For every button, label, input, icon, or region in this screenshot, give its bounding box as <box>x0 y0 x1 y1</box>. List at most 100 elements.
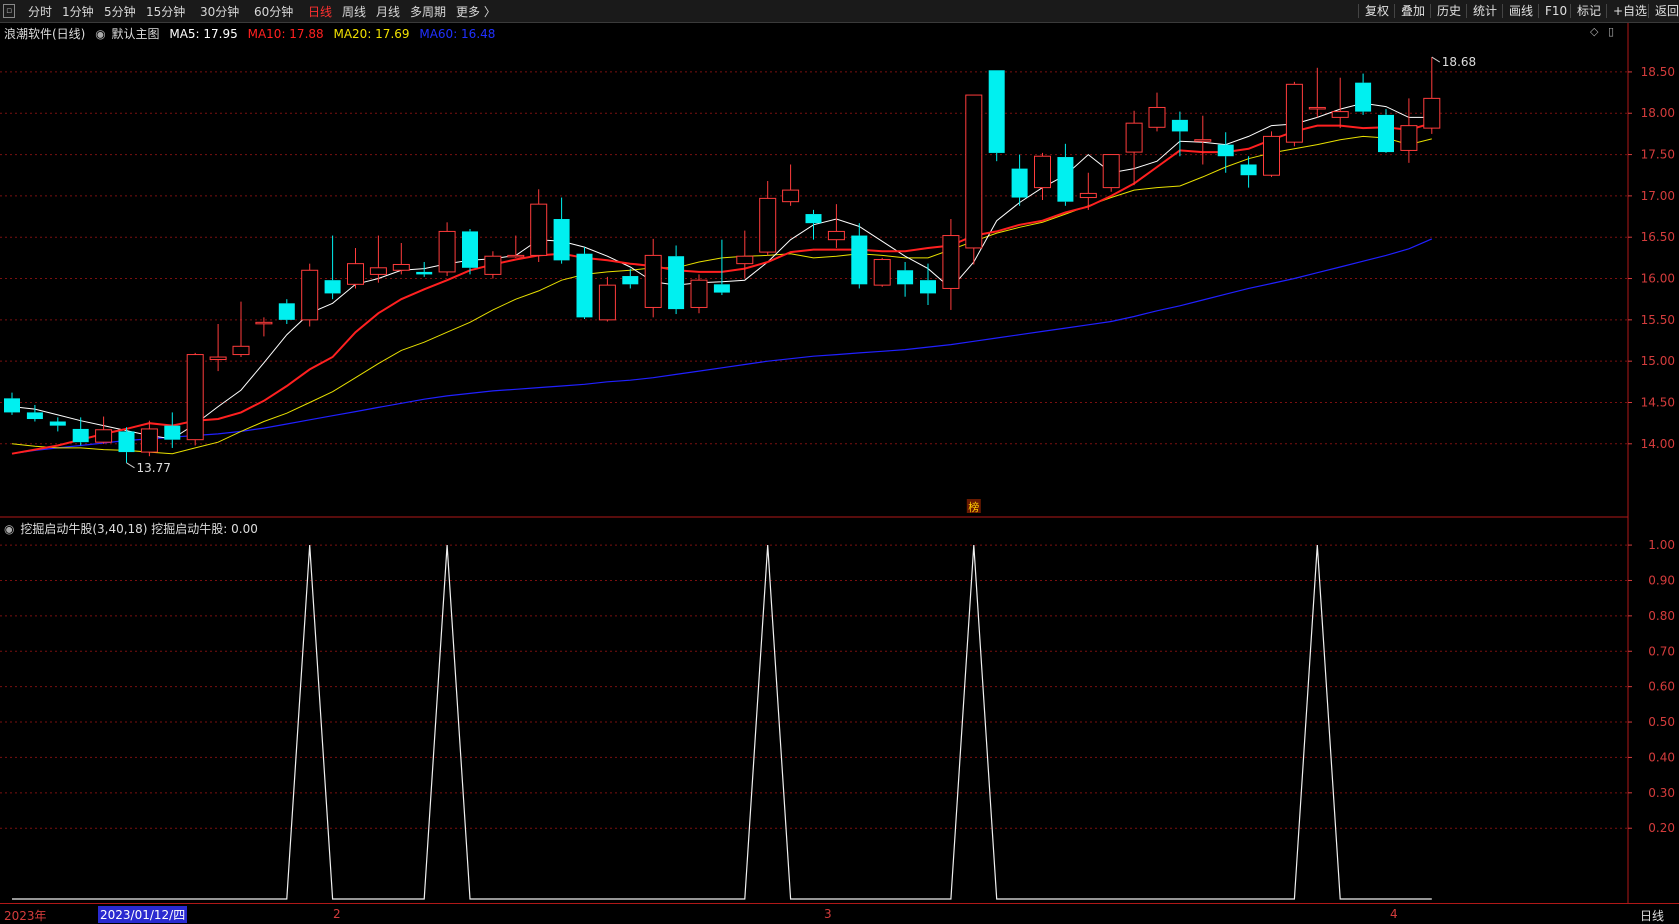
candle-up <box>438 230 456 273</box>
toolbar-button-5[interactable]: F10 <box>1541 2 1571 20</box>
period-tab-9[interactable]: 多周期 <box>410 3 446 20</box>
top-toolbar: ▫ 分时 1分钟 5分钟 15分钟 30分钟 60分钟 日线 周线 月线 多周期 更多 〉 复权 叠加… <box>0 0 1679 23</box>
toolbar-button-0[interactable]: 复权 <box>1361 2 1393 20</box>
price-axis-label-9: 14.00 <box>1641 437 1675 451</box>
candle-up <box>736 255 754 265</box>
period-tab-1[interactable]: 1分钟 <box>62 3 94 20</box>
candle-up <box>209 356 227 361</box>
candle-down <box>324 280 341 294</box>
toolbar-divider <box>1466 4 1467 18</box>
toolbar-button-4[interactable]: 画线 <box>1505 2 1537 20</box>
indicator-svg[interactable]: 1.00 0.90 0.80 0.70 0.60 0.50 0.40 0.30 0.20 <box>0 518 1679 903</box>
price-axis-label-4: 16.50 <box>1641 230 1675 244</box>
candle-up <box>873 259 891 286</box>
candle-up <box>140 428 158 453</box>
candle-down <box>1171 119 1188 132</box>
ma5-value: MA5: 17.95 <box>169 27 238 41</box>
indicator-legend: ◉ 挖掘启动牛股(3,40,18) 挖掘启动牛股: 0.00 <box>4 520 258 537</box>
indicator-axis-label-3: 0.70 <box>1648 644 1675 658</box>
toolbar-divider <box>1394 4 1395 18</box>
window-menu-icon[interactable]: ▫ <box>3 4 15 18</box>
candle-up <box>1194 139 1212 142</box>
toolbar-button-2[interactable]: 历史 <box>1433 2 1465 20</box>
period-tab-4[interactable]: 30分钟 <box>200 3 239 20</box>
indicator-axis-label-7: 0.30 <box>1648 786 1675 800</box>
period-tab-2[interactable]: 5分钟 <box>104 3 136 20</box>
toolbar-divider <box>1430 4 1431 18</box>
indicator-chart[interactable]: 1.00 0.90 0.80 0.70 0.60 0.50 0.40 0.30 0.20 ◉ 挖… <box>0 518 1679 903</box>
candle-down <box>26 412 43 420</box>
candle-down <box>576 253 593 318</box>
candle-down <box>1057 157 1074 202</box>
period-tab-7[interactable]: 周线 <box>342 3 366 20</box>
period-tab-3[interactable]: 15分钟 <box>146 3 185 20</box>
collapse-icon[interactable]: ▯ <box>1608 25 1614 38</box>
candle-up <box>347 263 364 285</box>
candle-down <box>805 214 822 224</box>
candle-up <box>827 230 845 241</box>
high-arrow <box>1431 56 1441 63</box>
ma20-value: MA20: 17.69 <box>333 27 410 41</box>
toolbar-divider <box>1606 4 1607 18</box>
kline-chart[interactable]: 18.50 18.00 17.50 17.00 16.50 16.00 15.50 15.00… <box>0 23 1679 518</box>
indicator-label[interactable]: 挖掘启动牛股(3,40,18) 挖掘启动牛股: 0.00 <box>20 522 258 536</box>
candle-down <box>1240 164 1257 176</box>
low-label: 13.77 <box>137 461 171 475</box>
candle-down <box>897 270 914 285</box>
toolbar-button-3[interactable]: 统计 <box>1469 2 1501 20</box>
stock-label[interactable]: 浪潮软件(日线) <box>4 27 85 41</box>
indicator-gear-icon[interactable]: ◉ <box>4 522 14 536</box>
template-label[interactable]: 默认主图 <box>112 27 160 41</box>
candle-up <box>1285 83 1303 143</box>
candle-up <box>965 94 983 249</box>
kline-svg[interactable]: 18.50 18.00 17.50 17.00 16.50 16.00 15.50 15.00… <box>0 23 1679 518</box>
month-mark-4: 4 <box>1390 907 1398 921</box>
cursor-date: 2023/01/12/四 <box>98 906 188 923</box>
period-label[interactable]: 日线 <box>1640 907 1664 924</box>
candle-down <box>49 421 66 426</box>
indicator-axis-label-8: 0.20 <box>1648 821 1675 835</box>
toolbar-divider <box>1502 4 1503 18</box>
toolbar-button-1[interactable]: 叠加 <box>1397 2 1429 20</box>
candle-up <box>1308 106 1326 110</box>
candle-up <box>759 197 777 253</box>
toolbar-button-8[interactable]: 返回 <box>1651 2 1679 20</box>
candle-down <box>668 256 685 310</box>
gear-icon[interactable]: ◉ <box>95 27 105 41</box>
diamond-icon[interactable]: ◇ <box>1590 25 1598 38</box>
toolbar-divider <box>1648 4 1649 18</box>
candle-up <box>301 269 319 321</box>
candle-up <box>1034 155 1051 189</box>
candle-down <box>72 428 89 443</box>
candle-up <box>598 284 616 321</box>
candle-up <box>186 354 204 441</box>
candle-up <box>1125 122 1143 153</box>
candle-up <box>484 255 502 275</box>
ma60-value: MA60: 16.48 <box>419 27 496 41</box>
ma10-value: MA10: 17.88 <box>247 27 324 41</box>
candle-up <box>392 263 410 271</box>
price-axis-label-1: 18.00 <box>1641 106 1675 120</box>
candle-up <box>1263 135 1280 176</box>
period-tab-0[interactable]: 分时 <box>28 3 52 20</box>
candle-up <box>690 279 708 308</box>
toolbar-button-6[interactable]: 标记 <box>1573 2 1605 20</box>
period-tab-10[interactable]: 更多 〉 <box>456 3 496 20</box>
marker-label: 榜 <box>968 500 979 514</box>
candle-up <box>1148 106 1166 128</box>
period-tab-8[interactable]: 月线 <box>376 3 400 20</box>
candle-up <box>1102 154 1120 189</box>
toolbar-button-7[interactable]: +自选 <box>1609 2 1651 20</box>
period-tab-6[interactable]: 日线 <box>308 3 332 20</box>
candle-down <box>462 231 478 268</box>
candle-up <box>95 429 113 443</box>
price-axis-label-0: 18.50 <box>1641 65 1675 79</box>
indicator-axis-label-0: 1.00 <box>1648 538 1675 552</box>
candle-down <box>988 70 1005 153</box>
indicator-axis-label-6: 0.40 <box>1648 750 1675 764</box>
period-tab-5[interactable]: 60分钟 <box>254 3 293 20</box>
main-legend: 浪潮软件(日线) ◉ 默认主图 MA5: 17.95 MA10: 17.88 M… <box>4 25 495 42</box>
indicator-axis-label-4: 0.60 <box>1648 680 1675 694</box>
candle-up <box>369 267 387 275</box>
date-axis: 2023年 2023/01/12/四 2 3 4 日线 <box>0 903 1679 924</box>
